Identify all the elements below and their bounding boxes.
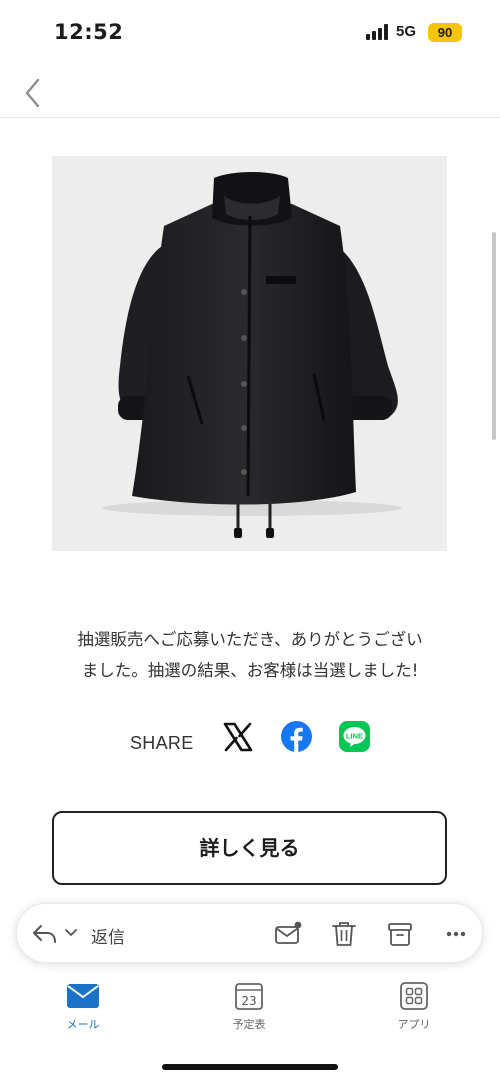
battery-icon: 90 bbox=[428, 23, 462, 42]
message-line-2: ました。抽選の結果、お客様は当選しました! bbox=[81, 661, 419, 680]
trash-icon[interactable] bbox=[329, 919, 359, 949]
home-indicator[interactable] bbox=[162, 1064, 338, 1070]
tab-calendar[interactable]: 23 予定表 bbox=[204, 981, 294, 1032]
tab-apps[interactable]: アプリ bbox=[369, 981, 459, 1032]
more-icon[interactable] bbox=[441, 919, 471, 949]
mail-icon bbox=[67, 984, 99, 1008]
mark-unread-icon[interactable] bbox=[273, 919, 303, 949]
product-image bbox=[52, 156, 447, 551]
message-line-1: 抽選販売へご応募いただき、ありがとうござい bbox=[77, 630, 423, 649]
share-row: SHARE LINE bbox=[0, 716, 500, 760]
calendar-day: 23 bbox=[241, 994, 256, 1008]
network-type: 5G bbox=[396, 23, 417, 40]
black-coat-image bbox=[102, 172, 402, 538]
nav-bar bbox=[0, 66, 500, 118]
chevron-down-icon[interactable] bbox=[65, 928, 77, 938]
tab-bar: メール 23 予定表 アプリ bbox=[0, 975, 500, 1045]
lottery-message: 抽選販売へご応募いただき、ありがとうござい ました。抽選の結果、お客様は当選しま… bbox=[40, 624, 460, 686]
tab-mail[interactable]: メール bbox=[38, 981, 128, 1032]
line-icon[interactable]: LINE bbox=[339, 721, 370, 752]
mail-action-toolbar: 返信 bbox=[16, 903, 483, 963]
status-time: 12:52 bbox=[54, 20, 124, 44]
tab-mail-label: メール bbox=[66, 1018, 100, 1031]
status-bar: 12:52 5G 90 bbox=[0, 0, 500, 66]
reply-label: 返信 bbox=[91, 928, 125, 948]
details-button[interactable]: 詳しく見る bbox=[52, 811, 447, 885]
reply-icon bbox=[33, 925, 56, 943]
apps-grid-icon bbox=[400, 982, 428, 1010]
tab-calendar-label: 予定表 bbox=[232, 1018, 266, 1031]
share-label: SHARE bbox=[130, 733, 194, 753]
x-logo-icon[interactable] bbox=[222, 721, 254, 753]
svg-text:LINE: LINE bbox=[346, 732, 363, 741]
chevron-left-icon bbox=[25, 78, 40, 108]
calendar-icon: 23 bbox=[235, 983, 263, 1010]
back-button[interactable] bbox=[18, 72, 50, 112]
signal-icon bbox=[366, 24, 390, 40]
facebook-icon[interactable] bbox=[281, 721, 312, 752]
archive-icon[interactable] bbox=[385, 919, 415, 949]
tab-apps-label: アプリ bbox=[397, 1018, 431, 1031]
scroll-indicator[interactable] bbox=[492, 232, 496, 440]
